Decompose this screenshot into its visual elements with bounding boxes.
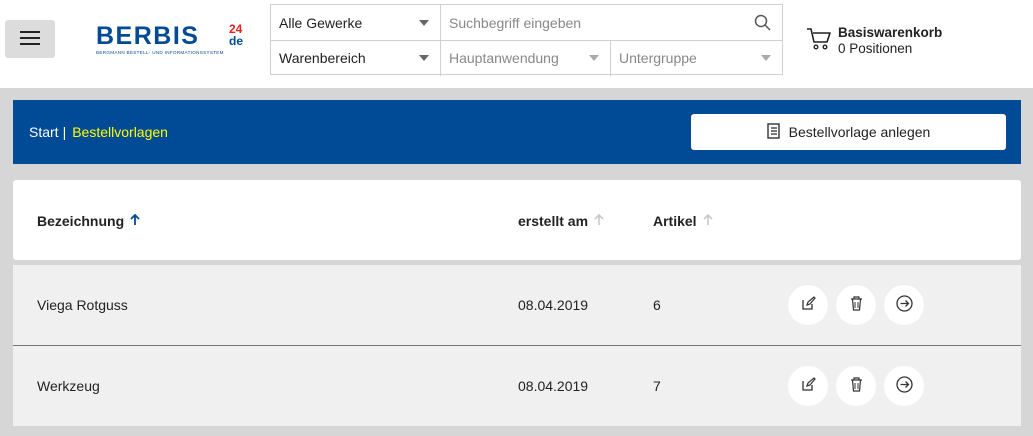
arrow-up-icon bbox=[697, 213, 713, 229]
subgroup-value: Untergruppe bbox=[619, 49, 697, 66]
logo-tagline: BERGMANN BESTELL- UND INFORMATIONSSYSTEM bbox=[96, 50, 224, 55]
row-created: 08.04.2019 bbox=[518, 297, 589, 313]
logo-badge-bottom: de bbox=[229, 34, 243, 48]
subgroup-select[interactable]: Untergruppe bbox=[611, 40, 783, 75]
area-select[interactable]: Warenbereich bbox=[271, 40, 441, 75]
open-button[interactable] bbox=[884, 285, 924, 325]
breadcrumb: Start | Bestellvorlagen bbox=[29, 124, 172, 144]
main-application-select[interactable]: Hauptanwendung bbox=[441, 40, 611, 75]
search-input[interactable]: Suchbegriff eingeben bbox=[441, 5, 783, 40]
divider bbox=[271, 40, 783, 41]
column-articles-label: Artikel bbox=[653, 213, 697, 229]
column-name-label: Bezeichnung bbox=[37, 213, 125, 229]
trash-icon bbox=[850, 296, 863, 314]
create-template-button[interactable]: Bestellvorlage anlegen bbox=[691, 114, 1006, 150]
table-header: Bezeichnung erstellt am Artikel bbox=[13, 180, 1021, 260]
breadcrumb-separator: | bbox=[62, 124, 67, 140]
arrow-up-icon bbox=[588, 213, 604, 229]
arrow-up-icon bbox=[124, 213, 140, 229]
chevron-down-icon bbox=[761, 54, 771, 61]
cart-title: Basiswarenkorb bbox=[838, 25, 943, 40]
chevron-down-icon bbox=[589, 54, 599, 61]
create-template-label: Bestellvorlage anlegen bbox=[788, 124, 931, 140]
main-application-value: Hauptanwendung bbox=[449, 49, 559, 66]
cart[interactable]: Basiswarenkorb 0 Positionen bbox=[806, 24, 1026, 60]
trade-select[interactable]: Alle Gewerke bbox=[271, 5, 441, 40]
row-articles: 7 bbox=[653, 378, 661, 394]
search-panel: Alle Gewerke Suchbegriff eingeben Warenb… bbox=[270, 4, 783, 76]
logo-text: BERBIS bbox=[96, 22, 199, 50]
row-created: 08.04.2019 bbox=[518, 378, 589, 394]
chevron-down-icon bbox=[419, 19, 429, 26]
edit-icon bbox=[801, 377, 816, 395]
open-button[interactable] bbox=[884, 366, 924, 406]
page-header-bar: Start | Bestellvorlagen Bestellvorlage a… bbox=[13, 100, 1021, 164]
table-row[interactable]: Werkzeug 08.04.2019 7 bbox=[13, 346, 1021, 426]
search-placeholder: Suchbegriff eingeben bbox=[449, 14, 582, 31]
berbis-logo[interactable]: BERBIS 24 de BERGMANN BESTELL- UND INFOR… bbox=[96, 20, 251, 60]
table-row[interactable]: Viega Rotguss 08.04.2019 6 bbox=[13, 265, 1021, 345]
edit-button[interactable] bbox=[788, 366, 828, 406]
menu-button[interactable] bbox=[5, 20, 55, 58]
cart-count: 0 Positionen bbox=[838, 41, 913, 56]
top-bar: BERBIS 24 de BERGMANN BESTELL- UND INFOR… bbox=[0, 0, 1033, 88]
cart-icon bbox=[806, 26, 832, 55]
search-icon[interactable] bbox=[754, 14, 771, 34]
column-articles[interactable]: Artikel bbox=[653, 213, 713, 229]
column-name[interactable]: Bezeichnung bbox=[37, 213, 140, 229]
divider bbox=[440, 5, 441, 76]
row-name: Viega Rotguss bbox=[37, 297, 128, 313]
row-articles: 6 bbox=[653, 297, 661, 313]
arrow-right-circle-icon bbox=[895, 295, 913, 315]
delete-button[interactable] bbox=[836, 285, 876, 325]
column-created-label: erstellt am bbox=[518, 213, 589, 229]
divider bbox=[610, 41, 611, 76]
edit-button[interactable] bbox=[788, 285, 828, 325]
area-select-value: Warenbereich bbox=[279, 49, 366, 66]
breadcrumb-start[interactable]: Start bbox=[29, 124, 59, 140]
hamburger-icon bbox=[20, 30, 40, 48]
chevron-down-icon bbox=[419, 54, 429, 61]
trash-icon bbox=[850, 377, 863, 395]
delete-button[interactable] bbox=[836, 366, 876, 406]
document-list-icon bbox=[767, 122, 789, 142]
breadcrumb-current: Bestellvorlagen bbox=[68, 124, 172, 144]
edit-icon bbox=[801, 296, 816, 314]
trade-select-value: Alle Gewerke bbox=[279, 14, 363, 31]
column-created[interactable]: erstellt am bbox=[518, 213, 604, 229]
arrow-right-circle-icon bbox=[895, 376, 913, 396]
row-name: Werkzeug bbox=[37, 378, 100, 394]
